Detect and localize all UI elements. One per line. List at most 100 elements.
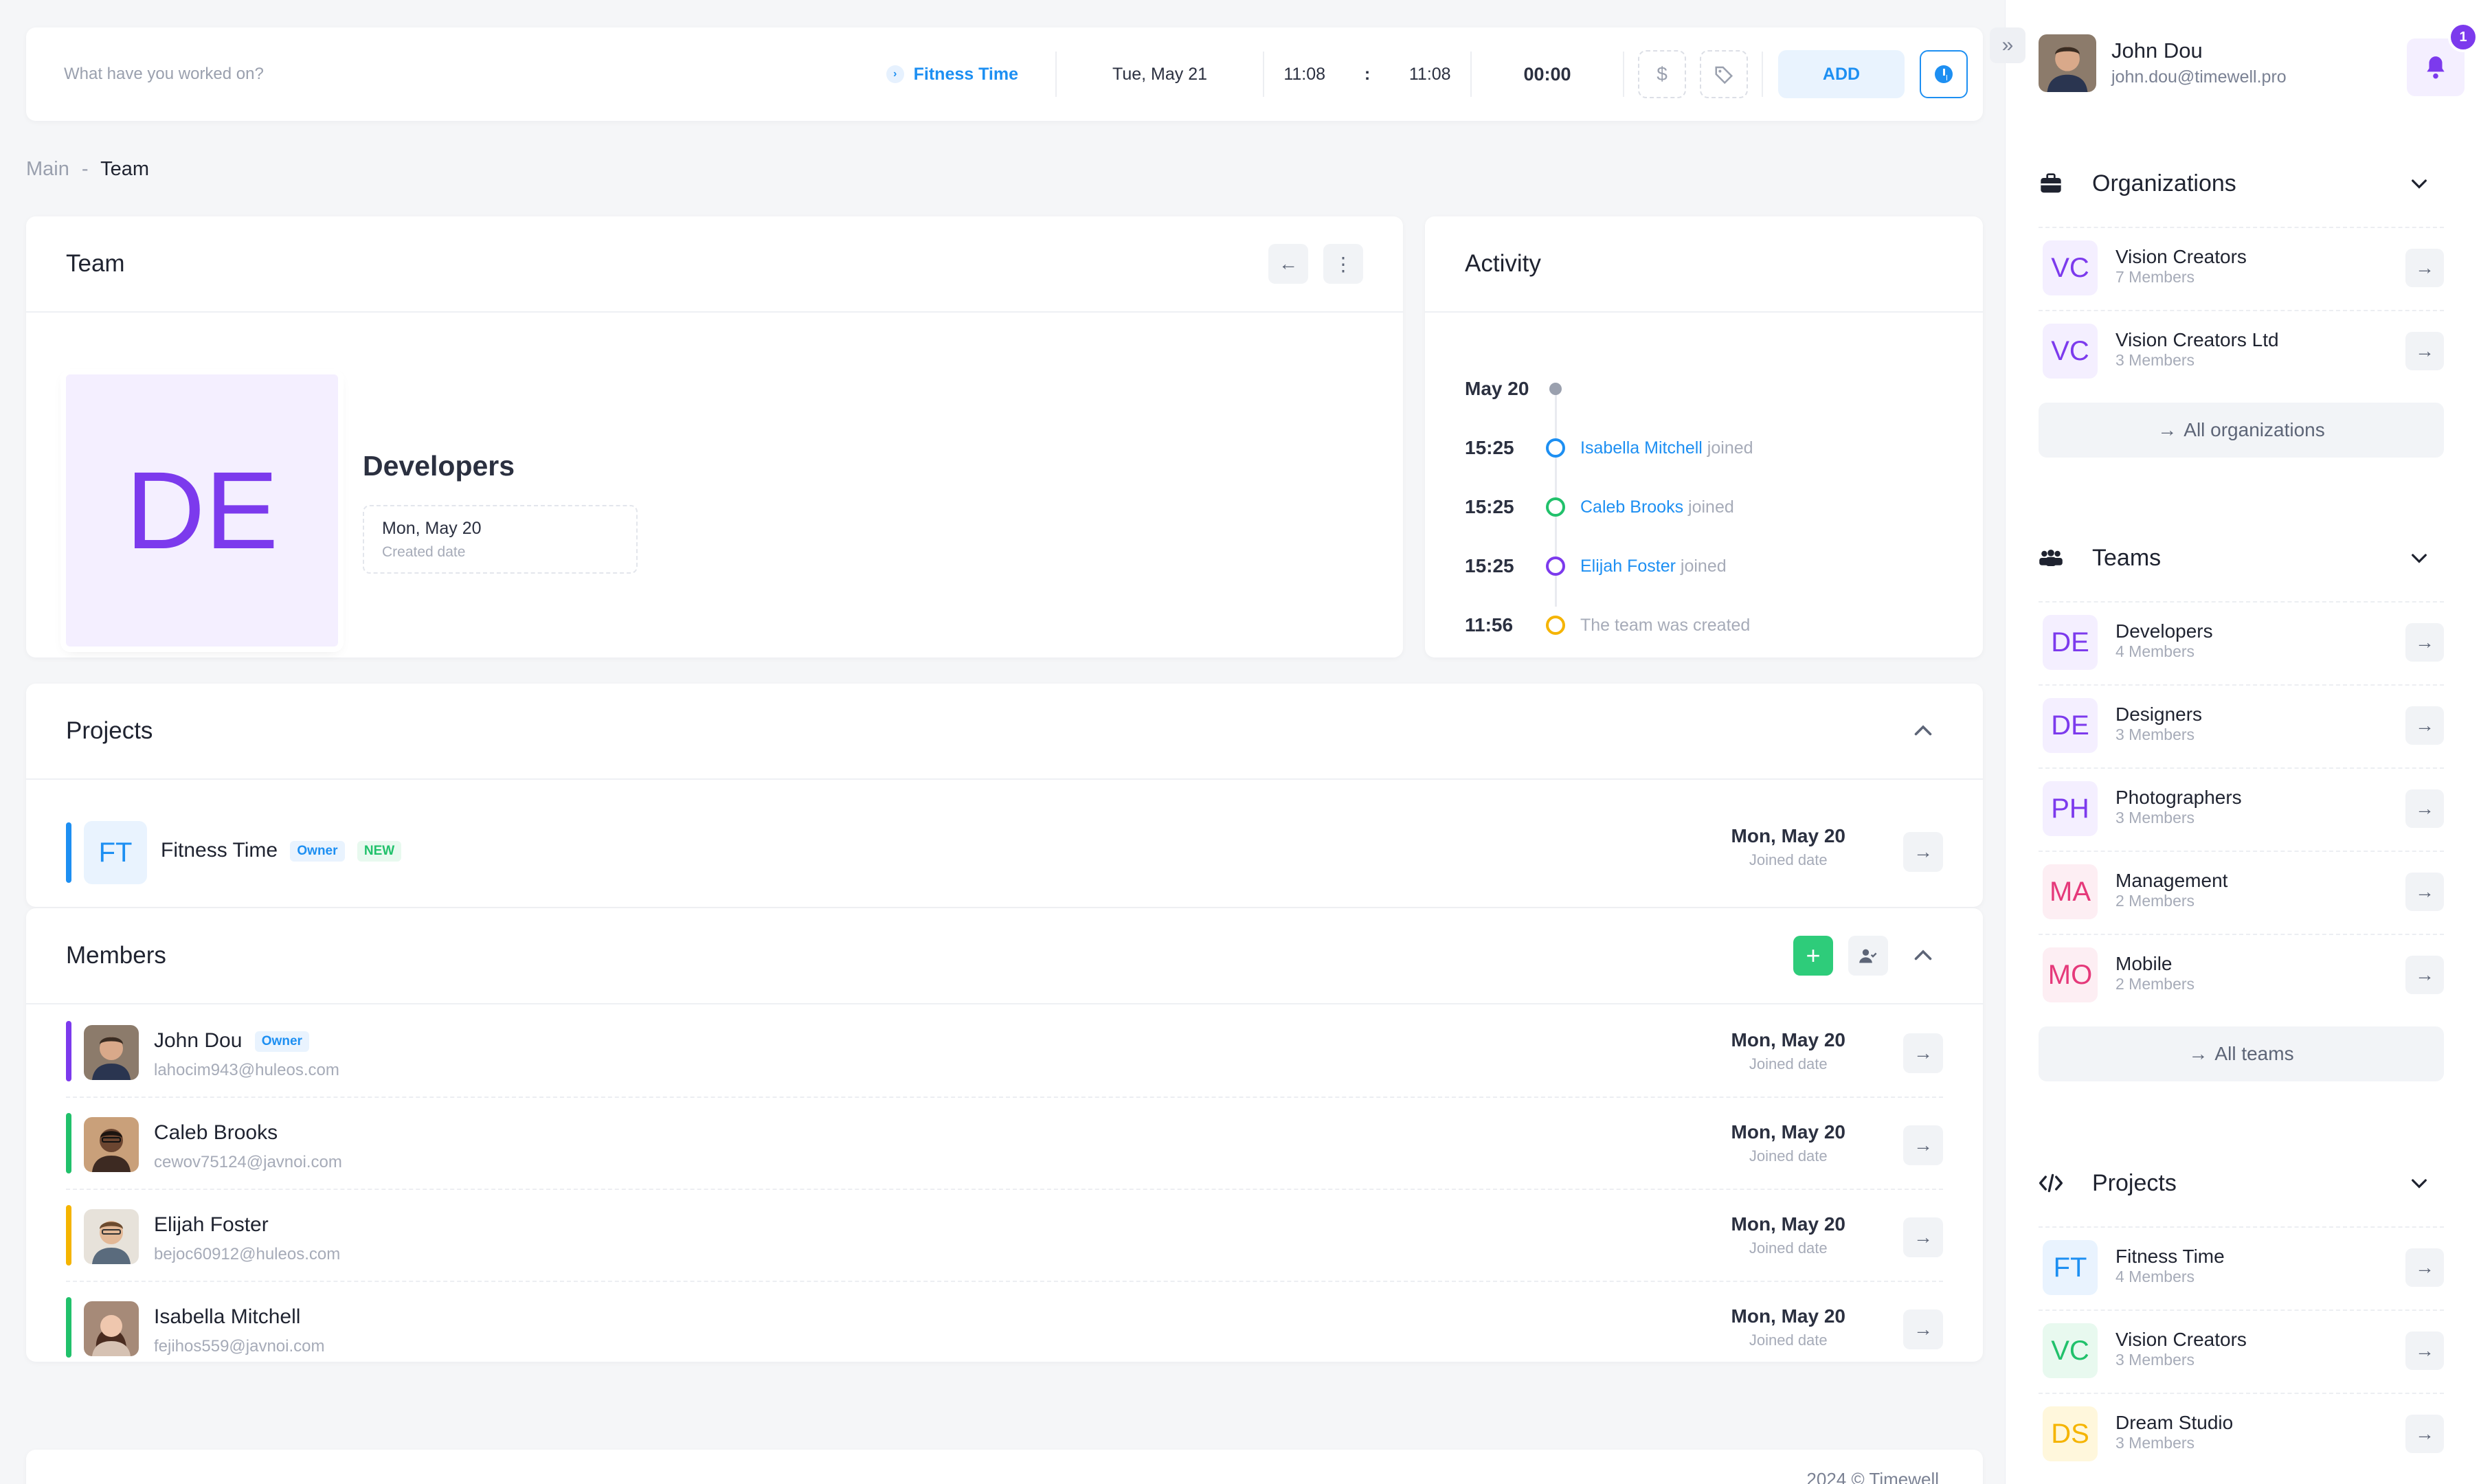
joined-date-value: Mon, May 20 [1731, 825, 1845, 846]
timer-mode-button[interactable] [1920, 50, 1968, 98]
open-member-button[interactable]: → [1903, 1217, 1943, 1257]
member-name[interactable]: Caleb Brooks [154, 1121, 278, 1145]
plus-icon: + [1806, 941, 1821, 969]
member-avatar [84, 1209, 139, 1264]
add-entry-button[interactable]: ADD [1778, 50, 1905, 98]
footer: 2024 © Timewell [26, 1450, 1983, 1484]
open-team-button[interactable]: → [2405, 873, 2444, 911]
manage-members-button[interactable] [1848, 936, 1888, 976]
collapse-sidebar-button[interactable]: » [1990, 27, 2025, 63]
organization-item[interactable]: VC Vision Creators Ltd 3 Members → [2039, 310, 2444, 393]
team-item[interactable]: MO Mobile 2 Members → [2039, 934, 2444, 1017]
billable-button[interactable]: $ [1638, 50, 1686, 98]
sidebar-projects-title: Projects [2092, 1169, 2177, 1196]
arrow-right-icon: → [2415, 964, 2434, 985]
all-teams-button[interactable]: → All teams [2039, 1026, 2444, 1081]
member-email: cewov75124@javnoi.com [154, 1153, 342, 1171]
activity-user-link[interactable]: Caleb Brooks [1580, 497, 1683, 517]
open-project-button[interactable]: → [2405, 1331, 2444, 1370]
tags-button[interactable] [1700, 50, 1748, 98]
member-color-bar [66, 1205, 71, 1266]
back-button[interactable]: ← [1268, 244, 1308, 284]
sidebar-projects-header[interactable]: Projects [2039, 1158, 2444, 1208]
all-organizations-button[interactable]: → All organizations [2039, 403, 2444, 458]
project-avatar: DS [2043, 1406, 2098, 1461]
activity-item: 15:25 Caleb Brooks joined [1465, 477, 1753, 537]
open-member-button[interactable]: → [1903, 1125, 1943, 1165]
collapse-button[interactable] [1903, 936, 1943, 976]
project-name[interactable]: Fitness Time [161, 839, 278, 862]
joined-date: Mon, May 20 Joined date [1731, 825, 1845, 869]
team-name: Mobile [2115, 953, 2173, 974]
team-item[interactable]: MA Management 2 Members → [2039, 851, 2444, 934]
project-avatar: FT [84, 821, 147, 884]
joined-date: Mon, May 20 Joined date [1731, 1029, 1845, 1073]
arrow-right-icon: → [1913, 1226, 1933, 1248]
created-date-box: Mon, May 20 Created date [363, 505, 638, 574]
more-options-button[interactable]: ⋮ [1323, 244, 1363, 284]
project-item[interactable]: FT Fitness Time 4 Members → [2039, 1226, 2444, 1309]
organization-item[interactable]: VC Vision Creators 7 Members → [2039, 227, 2444, 310]
member-name[interactable]: John Dou [154, 1029, 242, 1052]
activity-text: Isabella Mitchell joined [1580, 438, 1753, 458]
team-item[interactable]: DE Designers 3 Members → [2039, 684, 2444, 767]
date-picker[interactable]: Tue, May 21 [1057, 65, 1263, 85]
organizations-header[interactable]: Organizations [2039, 158, 2444, 209]
open-organization-button[interactable]: → [2405, 249, 2444, 287]
open-project-button[interactable]: → [2405, 1248, 2444, 1287]
open-team-button[interactable]: → [2405, 706, 2444, 745]
team-item[interactable]: PH Photographers 3 Members → [2039, 767, 2444, 851]
arrow-right-icon: → [2415, 1257, 2434, 1278]
open-team-button[interactable]: → [2405, 789, 2444, 828]
member-row[interactable]: Isabella Mitchell fejihos559@javnoi.com … [66, 1282, 1943, 1374]
organization-avatar: VC [2043, 240, 2098, 295]
open-project-button[interactable]: → [2405, 1415, 2444, 1453]
open-team-button[interactable]: → [2405, 623, 2444, 662]
activity-item: 15:25 Elijah Foster joined [1465, 537, 1753, 596]
project-avatar: FT [2043, 1240, 2098, 1295]
member-row[interactable]: Caleb Brooks cewov75124@javnoi.com Mon, … [66, 1098, 1943, 1190]
task-input[interactable]: What have you worked on? [26, 65, 886, 84]
user-avatar[interactable] [2039, 34, 2096, 92]
chevron-up-icon [1914, 949, 1932, 960]
activity-time: 11:56 [1465, 614, 1514, 636]
breadcrumb-main[interactable]: Main [26, 158, 69, 180]
add-member-button[interactable]: + [1793, 936, 1833, 976]
member-name[interactable]: Isabella Mitchell [154, 1305, 300, 1329]
arrow-right-icon: → [2415, 881, 2434, 902]
projects-card-title: Projects [66, 717, 153, 744]
open-member-button[interactable]: → [1903, 1033, 1943, 1073]
activity-user-link[interactable]: Elijah Foster [1580, 556, 1676, 576]
notifications-button[interactable]: 1 [2407, 22, 2478, 96]
team-avatar: DE [2043, 615, 2098, 670]
duration-display[interactable]: 00:00 [1472, 64, 1623, 85]
open-team-button[interactable]: → [2405, 956, 2444, 994]
team-name: Developers [2115, 620, 2213, 642]
project-item[interactable]: DS Dream Studio 3 Members → [2039, 1393, 2444, 1476]
team-item[interactable]: DE Developers 4 Members → [2039, 601, 2444, 684]
open-project-button[interactable]: → [1903, 832, 1943, 872]
team-card-title: Team [66, 250, 125, 277]
project-members: 3 Members [2115, 1434, 2195, 1452]
teams-header[interactable]: Teams [2039, 532, 2444, 583]
end-time-input[interactable]: 11:08 [1409, 65, 1451, 85]
activity-action: joined [1702, 438, 1753, 458]
project-members: 4 Members [2115, 1268, 2195, 1285]
activity-date: May 20 [1465, 378, 1529, 399]
member-name[interactable]: Elijah Foster [154, 1213, 269, 1237]
member-color-bar [66, 1113, 71, 1173]
collapse-button[interactable] [1903, 711, 1943, 751]
start-time-input[interactable]: 11:08 [1283, 65, 1325, 85]
owner-badge: Owner [254, 1031, 309, 1053]
project-row[interactable]: FT Fitness Time Owner NEW Mon, May 20 Jo… [66, 820, 1943, 886]
open-member-button[interactable]: → [1903, 1309, 1943, 1349]
member-row[interactable]: John Dou Owner lahocim943@huleos.com Mon… [66, 1006, 1943, 1098]
project-item[interactable]: VC Vision Creators 3 Members → [2039, 1309, 2444, 1393]
project-selector[interactable]: › Fitness Time [886, 65, 1018, 85]
member-row[interactable]: Elijah Foster bejoc60912@huleos.com Mon,… [66, 1190, 1943, 1282]
open-organization-button[interactable]: → [2405, 332, 2444, 370]
activity-user-link[interactable]: Isabella Mitchell [1580, 438, 1703, 458]
joined-date-label: Joined date [1749, 1147, 1828, 1165]
project-name-wrap: Fitness Time Owner NEW [161, 839, 402, 862]
